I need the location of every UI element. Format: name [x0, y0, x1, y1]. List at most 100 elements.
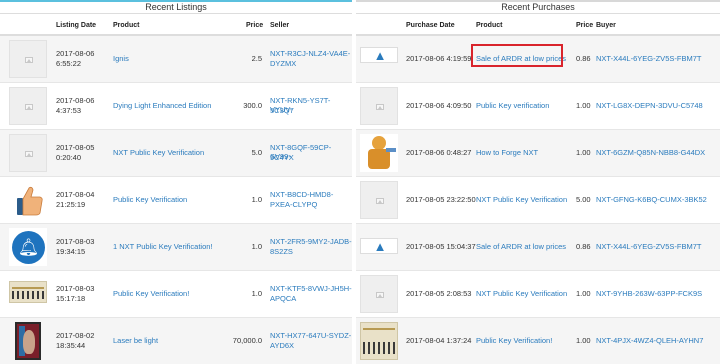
purchase-product-link[interactable]: NXT Public Key Verification — [476, 195, 567, 204]
listing-product-link[interactable]: Dying Light Enhanced Edition — [113, 101, 211, 110]
listing-time: 18:35:44 — [56, 341, 86, 350]
listing-price: 300.0 — [243, 101, 262, 110]
listing-row[interactable]: 2017-08-06 6:55:22 Ignis 2.5 NXT-R3CJ-NL… — [0, 36, 352, 83]
seller-link[interactable]: NXT-R3CJ-NLZ4-VA4E- — [270, 49, 350, 58]
buyer-link[interactable]: NXT-LG8X-DEPN-3DVU-C5748 — [596, 101, 703, 110]
purchase-product-link[interactable]: Public Key Verification! — [476, 336, 552, 345]
purchase-date: 2017-08-05 2:08:53 — [406, 289, 472, 298]
listing-time: 0:20:40 — [56, 153, 82, 162]
listings-table-header: Listing Date Product Price Seller — [0, 14, 352, 36]
purchase-price: 0.86 — [576, 54, 591, 63]
listing-time: 15:17:18 — [56, 294, 86, 303]
listing-date: 2017-08-06 — [56, 49, 95, 58]
listing-time: 19:34:15 — [56, 247, 86, 256]
purchase-date: 2017-08-05 23:22:50 — [406, 195, 476, 204]
purchase-date: 2017-08-06 0:48:27 — [406, 148, 472, 157]
purchase-date-header: Purchase Date — [406, 22, 455, 29]
listing-date: 2017-08-06 — [56, 96, 95, 105]
purchase-row[interactable]: ▲ 2017-08-06 4:19:59 Sale of ARDR at low… — [356, 36, 720, 83]
listing-price: 1.0 — [251, 289, 262, 298]
listing-price: 5.0 — [251, 148, 262, 157]
painting-thumbnail[interactable] — [15, 322, 41, 360]
buyer-link[interactable]: NXT-9YHB-263W-63PP-FCK9S — [596, 289, 702, 298]
listing-row[interactable]: 2017-08-06 4:37:53 Dying Light Enhanced … — [0, 83, 352, 130]
listing-price: 1.0 — [251, 195, 262, 204]
seller-link[interactable]: NXT-HX77-647U-SYDZ- — [270, 331, 351, 340]
purchase-date: 2017-08-06 4:19:59 — [406, 54, 472, 63]
listing-row[interactable]: 2017-08-02 18:35:44 Laser be light 70,00… — [0, 318, 352, 364]
seller-link[interactable]: NXT-2FR5-9MY2-JADB- — [270, 237, 352, 246]
bell-icon[interactable]: 🔔︎ — [9, 228, 47, 266]
purchase-price: 1.00 — [576, 148, 591, 157]
poster-thumbnail[interactable] — [9, 281, 47, 303]
listing-row[interactable]: 2017-08-04 21:25:19 Public Key Verificat… — [0, 177, 352, 224]
purchase-price: 5.00 — [576, 195, 591, 204]
listing-product-link[interactable]: NXT Public Key Verification — [113, 148, 204, 157]
purchase-price: 1.00 — [576, 336, 591, 345]
recent-listings-title: Recent Listings — [0, 2, 352, 14]
purchase-date: 2017-08-04 1:37:24 — [406, 336, 472, 345]
listing-price: 2.5 — [251, 54, 262, 63]
listing-time: 6:55:22 — [56, 59, 82, 68]
listing-date: 2017-08-02 — [56, 331, 95, 340]
purchase-row[interactable]: 2017-08-06 0:48:27 How to Forge NXT 1.00… — [356, 130, 720, 177]
listing-product-link[interactable]: 1 NXT Public Key Verification! — [113, 242, 213, 251]
image-placeholder-icon[interactable] — [9, 134, 47, 172]
listing-row[interactable]: 2017-08-03 15:17:18 Public Key Verificat… — [0, 271, 352, 318]
purchase-price: 1.00 — [576, 289, 591, 298]
purchases-table-header: Purchase Date Product Price Buyer — [356, 14, 720, 36]
poster-thumbnail[interactable] — [360, 322, 398, 360]
purchase-date: 2017-08-06 4:09:50 — [406, 101, 472, 110]
listing-row[interactable]: 🔔︎ 2017-08-03 19:34:15 1 NXT Public Key … — [0, 224, 352, 271]
robot-thumbnail[interactable] — [360, 134, 398, 172]
image-placeholder-icon[interactable] — [360, 275, 398, 313]
purchase-product-link[interactable]: Sale of ARDR at low prices — [476, 242, 566, 251]
product-logo-thumbnail[interactable]: ▲ — [360, 47, 398, 63]
recent-purchases-panel: Recent Purchases Purchase Date Product P… — [356, 0, 720, 364]
listing-product-link[interactable]: Ignis — [113, 54, 129, 63]
seller-link-cont[interactable]: 9C4YX — [270, 153, 294, 162]
listing-date: 2017-08-05 — [56, 143, 95, 152]
listing-product-link[interactable]: Public Key Verification! — [113, 289, 189, 298]
listing-date-header: Listing Date — [56, 22, 97, 29]
listing-date: 2017-08-03 — [56, 237, 95, 246]
listing-product-link[interactable]: Public Key Verification — [113, 195, 187, 204]
purchase-product-link[interactable]: How to Forge NXT — [476, 148, 538, 157]
listing-product-link[interactable]: Laser be light — [113, 336, 158, 345]
image-placeholder-icon[interactable] — [9, 87, 47, 125]
purchase-row[interactable]: 2017-08-05 23:22:50 NXT Public Key Verif… — [356, 177, 720, 224]
seller-link-cont[interactable]: APQCA — [270, 294, 296, 303]
recent-purchases-title: Recent Purchases — [356, 2, 720, 14]
purchase-date: 2017-08-05 15:04:37 — [406, 242, 476, 251]
seller-link-cont[interactable]: AYD6X — [270, 341, 294, 350]
product-logo-thumbnail[interactable]: ▲ — [360, 238, 398, 254]
listing-date: 2017-08-04 — [56, 190, 95, 199]
listing-time: 21:25:19 — [56, 200, 86, 209]
listing-seller-header: Seller — [270, 22, 290, 29]
image-placeholder-icon[interactable] — [9, 40, 47, 78]
buyer-link[interactable]: NXT-X44L-6YEG-ZV5S-FBM7T — [596, 54, 701, 63]
seller-link[interactable]: NXT-B8CD-HMD8- — [270, 190, 333, 199]
buyer-link[interactable]: NXT-GFNG-K6BQ-CUMX-3BK52 — [596, 195, 707, 204]
buyer-link[interactable]: NXT-4PJX-4WZ4-QLEH-AYHN7 — [596, 336, 703, 345]
buyer-link[interactable]: NXT-6GZM-Q85N-NBB8-G44DX — [596, 148, 705, 157]
listing-row[interactable]: 2017-08-05 0:20:40 NXT Public Key Verifi… — [0, 130, 352, 177]
purchase-row[interactable]: ▲ 2017-08-05 15:04:37 Sale of ARDR at lo… — [356, 224, 720, 271]
purchase-row[interactable]: 2017-08-06 4:09:50 Public Key verificati… — [356, 83, 720, 130]
purchase-row[interactable]: 2017-08-05 2:08:53 NXT Public Key Verifi… — [356, 271, 720, 318]
seller-link[interactable]: NXT-KTF5-8VWJ-JH5H- — [270, 284, 352, 293]
buyer-link[interactable]: NXT-X44L-6YEG-ZV5S-FBM7T — [596, 242, 701, 251]
listing-product-header: Product — [113, 22, 140, 29]
image-placeholder-icon[interactable] — [360, 87, 398, 125]
purchase-row[interactable]: 2017-08-04 1:37:24 Public Key Verificati… — [356, 318, 720, 364]
purchase-buyer-header: Buyer — [596, 22, 616, 29]
seller-link-cont[interactable]: PXEA-CLYPQ — [270, 200, 317, 209]
seller-link-cont[interactable]: DYZMX — [270, 59, 296, 68]
seller-link-cont[interactable]: 8S2ZS — [270, 247, 293, 256]
seller-link-cont[interactable]: 5C3Q7 — [270, 106, 294, 115]
image-placeholder-icon[interactable] — [360, 181, 398, 219]
thumbs-up-icon[interactable] — [9, 181, 47, 219]
purchase-product-link[interactable]: Public Key verification — [476, 101, 549, 110]
purchase-product-link[interactable]: NXT Public Key Verification — [476, 289, 567, 298]
purchase-price-header: Price — [576, 22, 594, 29]
